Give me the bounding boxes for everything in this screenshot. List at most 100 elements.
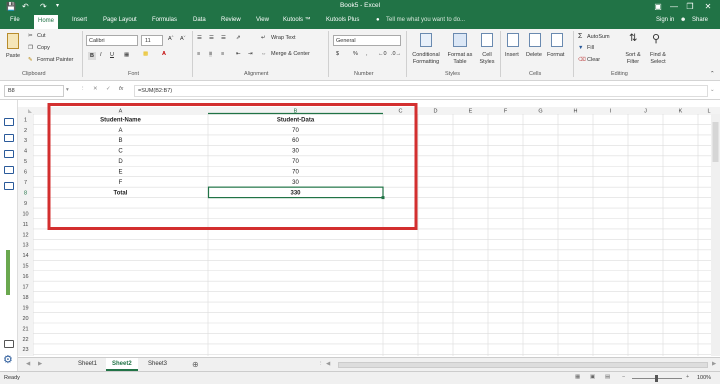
row-header[interactable]: 23 [22, 347, 28, 353]
close-icon[interactable]: ✕ [700, 1, 716, 13]
row-header[interactable]: 22 [22, 337, 28, 343]
decrease-decimal-icon[interactable]: .0→ [391, 51, 401, 57]
align-left-icon[interactable]: ≡ [197, 51, 200, 57]
row-header[interactable]: 18 [22, 295, 28, 301]
formula-input[interactable]: =SUM(B2:B7) [134, 85, 708, 97]
copy-icon[interactable]: ❐ [28, 45, 33, 51]
ribbon-options-icon[interactable]: ▣ [650, 1, 666, 13]
sort-filter-button[interactable]: Sort & Filter [622, 52, 644, 66]
tab-formulas[interactable]: Formulas [152, 17, 177, 23]
table-header-name[interactable]: Student-Name [100, 117, 141, 123]
copy-button[interactable]: Copy [37, 45, 50, 51]
cut-icon[interactable]: ✂ [28, 33, 33, 39]
confirm-entry-icon[interactable]: ✓ [106, 86, 111, 92]
column-header[interactable]: A [119, 109, 123, 115]
row-header[interactable]: 5 [24, 159, 27, 165]
bold-button[interactable]: B [88, 52, 96, 60]
tab-splitter-icon[interactable]: ⋮ [318, 361, 324, 367]
table-cell-name[interactable]: B [118, 138, 122, 144]
fill-button[interactable]: Fill [587, 45, 594, 51]
format-painter-button[interactable]: Format Painter [37, 57, 73, 63]
column-header[interactable]: G [538, 109, 542, 115]
paste-icon[interactable] [7, 33, 19, 49]
row-header[interactable]: 16 [22, 274, 28, 280]
insert-function-button[interactable]: fx [119, 86, 123, 92]
table-cell-data[interactable]: 60 [292, 138, 299, 144]
hscroll-right-icon[interactable]: ▶ [712, 361, 716, 367]
conditional-formatting-icon[interactable] [420, 33, 432, 47]
borders-icon[interactable]: ▦ [124, 52, 129, 58]
orientation-icon[interactable]: ⇗ [236, 35, 241, 41]
insert-cells-button[interactable]: Insert [505, 52, 519, 58]
wrap-text-button[interactable]: Wrap Text [271, 35, 296, 41]
page-layout-view-icon[interactable]: ▣ [590, 374, 595, 380]
autotext-icon[interactable] [4, 134, 14, 142]
fill-icon[interactable]: ▼ [578, 45, 583, 51]
sign-in-link[interactable]: Sign in [656, 17, 674, 23]
align-top-icon[interactable]: ☰ [197, 35, 202, 41]
row-header[interactable]: 12 [22, 232, 28, 238]
column-header[interactable]: C [399, 109, 403, 115]
comma-button[interactable]: , [366, 51, 368, 57]
clear-icon[interactable]: ⌫ [578, 57, 586, 63]
align-bottom-icon[interactable]: ☰ [221, 35, 226, 41]
row-header[interactable]: 20 [22, 316, 28, 322]
column-header[interactable]: K [679, 109, 683, 115]
find-select-button[interactable]: Find & Select [646, 52, 670, 66]
name-box[interactable]: B8 [4, 85, 64, 97]
settings-icon[interactable]: ⚙ [3, 353, 13, 366]
column-header[interactable]: E [469, 109, 473, 115]
cell-styles-button[interactable]: Cell Styles [476, 52, 498, 66]
row-header[interactable]: 6 [24, 170, 27, 176]
cut-button[interactable]: Cut [37, 33, 46, 39]
vertical-scrollbar-thumb[interactable] [712, 122, 719, 162]
underline-button[interactable]: U [110, 52, 114, 58]
font-size-select[interactable]: 11 [141, 35, 163, 46]
tab-review[interactable]: Review [221, 17, 241, 23]
sheet-tab-2[interactable]: Sheet2 [106, 358, 138, 371]
row-header[interactable]: 7 [24, 180, 27, 186]
table-cell-name[interactable]: A [118, 128, 122, 134]
grow-font-icon[interactable]: Aˆ [168, 36, 174, 42]
merge-center-button[interactable]: Merge & Center [271, 51, 310, 57]
tab-home[interactable]: Home [34, 15, 59, 29]
row-header[interactable]: 21 [22, 326, 28, 332]
name-manager-icon[interactable] [4, 150, 14, 158]
align-center-icon[interactable]: ≡ [209, 51, 213, 57]
row-header[interactable]: 9 [24, 201, 27, 207]
share-button[interactable]: Share [692, 17, 708, 23]
table-cell-data[interactable]: 30 [292, 180, 299, 186]
column-header[interactable]: J [644, 109, 647, 115]
currency-button[interactable]: $ [336, 51, 339, 57]
format-as-table-icon[interactable] [453, 33, 467, 47]
row-header[interactable]: 10 [22, 211, 28, 217]
sheet-tab-3[interactable]: Sheet3 [142, 358, 173, 371]
row-header[interactable]: 14 [22, 253, 28, 259]
name-box-dropdown-icon[interactable]: ▾ [66, 87, 69, 93]
collapse-ribbon-icon[interactable]: ⌃ [710, 71, 715, 77]
edit-icon[interactable] [4, 340, 14, 348]
format-as-table-button[interactable]: Format as Table [446, 52, 474, 66]
horizontal-scrollbar[interactable] [338, 362, 708, 368]
table-header-data[interactable]: Student-Data [277, 117, 315, 123]
paste-button[interactable]: Paste [6, 53, 20, 59]
workbook-sheets-icon[interactable] [4, 118, 14, 126]
format-painter-icon[interactable]: ✎ [28, 57, 33, 63]
normal-view-icon[interactable]: ▦ [575, 374, 580, 380]
total-label[interactable]: Total [114, 190, 128, 196]
column-header[interactable]: D [434, 109, 438, 115]
cell-styles-icon[interactable] [481, 33, 493, 47]
expand-formula-icon[interactable]: ⌄ [710, 87, 715, 93]
italic-button[interactable]: I [100, 52, 102, 58]
tab-kutools-plus[interactable]: Kutools Plus [326, 17, 359, 23]
zoom-slider-thumb[interactable] [655, 375, 658, 382]
row-header[interactable]: 11 [23, 222, 29, 228]
tab-insert[interactable]: Insert [72, 17, 87, 23]
delete-cells-icon[interactable] [529, 33, 541, 47]
table-cell-name[interactable]: D [118, 159, 123, 165]
percent-button[interactable]: % [353, 51, 358, 57]
insert-cells-icon[interactable] [507, 33, 519, 47]
table-cell-data[interactable]: 70 [292, 159, 299, 165]
delete-cells-button[interactable]: Delete [526, 52, 542, 58]
minimize-icon[interactable]: — [666, 1, 682, 13]
